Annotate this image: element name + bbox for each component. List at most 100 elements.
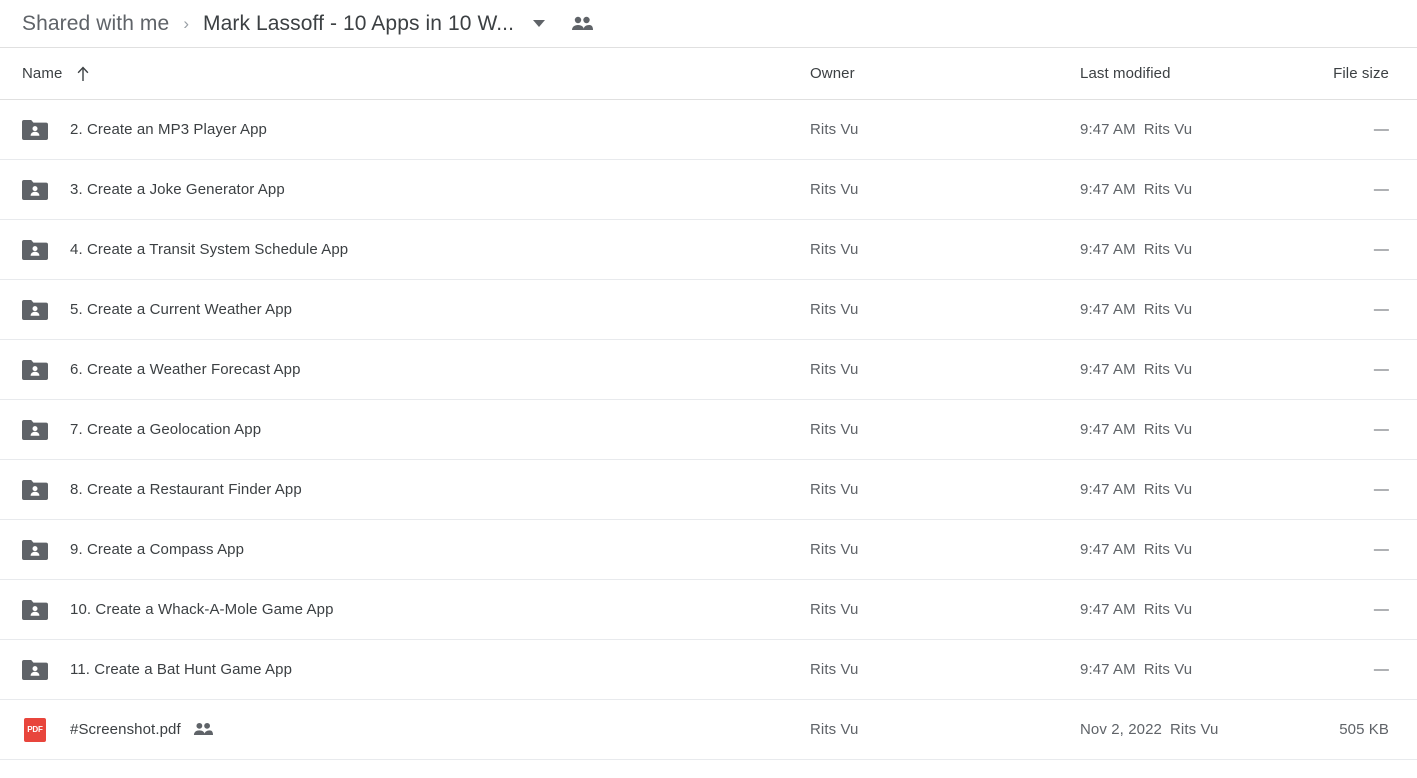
row-name-cell[interactable]: 7. Create a Geolocation App <box>0 417 810 443</box>
row-modified-time: Nov 2, 2022 <box>1080 721 1162 738</box>
row-modified-time: 9:47 AM <box>1080 301 1136 318</box>
row-name-cell[interactable]: 8. Create a Restaurant Finder App <box>0 477 810 503</box>
table-row[interactable]: 6. Create a Weather Forecast App Rits Vu 9… <box>0 340 1417 400</box>
breadcrumb: Shared with me › Mark Lassoff - 10 Apps … <box>0 0 1417 48</box>
people-shared-icon[interactable] <box>570 12 594 36</box>
row-owner: Rits Vu <box>810 301 859 318</box>
row-modified-by: Rits Vu <box>1143 541 1193 558</box>
row-modified-time: 9:47 AM <box>1080 661 1136 678</box>
row-modified-time: 9:47 AM <box>1080 361 1136 378</box>
row-title: 8. Create a Restaurant Finder App <box>70 481 302 498</box>
column-header-last-modified[interactable]: Last modified <box>1080 65 1330 83</box>
breadcrumb-current-folder[interactable]: Mark Lassoff - 10 Apps in 10 W... <box>203 12 514 36</box>
row-title: 3. Create a Joke Generator App <box>70 181 285 198</box>
column-header-owner[interactable]: Owner <box>810 65 1080 83</box>
row-file-size: — <box>1373 241 1389 258</box>
row-name-cell[interactable]: 2. Create an MP3 Player App <box>0 117 810 143</box>
row-title: 6. Create a Weather Forecast App <box>70 361 301 378</box>
row-title: 7. Create a Geolocation App <box>70 421 262 438</box>
chevron-down-icon[interactable] <box>528 13 550 35</box>
table-row[interactable]: 3. Create a Joke Generator App Rits Vu 9:4… <box>0 160 1417 220</box>
column-header-name[interactable]: Name <box>0 65 810 82</box>
row-last-modified: 9:47 AM Rits Vu <box>1080 661 1330 678</box>
shared-folder-icon <box>22 237 48 263</box>
row-owner: Rits Vu <box>810 481 859 498</box>
people-shared-icon <box>193 720 213 740</box>
row-modified-time: 9:47 AM <box>1080 601 1136 618</box>
row-file-size: — <box>1373 421 1389 438</box>
column-header-name-label: Name <box>22 65 63 82</box>
row-modified-by: Rits Vu <box>1143 661 1193 678</box>
table-row[interactable]: 2. Create an MP3 Player App Rits Vu 9:47 A… <box>0 100 1417 160</box>
row-last-modified: 9:47 AM Rits Vu <box>1080 241 1330 258</box>
table-row[interactable]: PDF #Screenshot.pdf Rits Vu Nov 2, 2022 Rits… <box>0 700 1417 760</box>
row-file-size: — <box>1373 361 1389 378</box>
row-modified-time: 9:47 AM <box>1080 421 1136 438</box>
row-modified-time: 9:47 AM <box>1080 481 1136 498</box>
row-file-size: — <box>1373 601 1389 618</box>
row-title: 4. Create a Transit System Schedule App <box>70 241 349 258</box>
row-last-modified: 9:47 AM Rits Vu <box>1080 421 1330 438</box>
row-name-cell[interactable]: 4. Create a Transit System Schedule App <box>0 237 810 263</box>
file-list: 2. Create an MP3 Player App Rits Vu 9:47 A… <box>0 100 1417 760</box>
row-file-size: — <box>1373 301 1389 318</box>
row-file-size: — <box>1373 481 1389 498</box>
table-row[interactable]: 10. Create a Whack-A-Mole Game App Rits V… <box>0 580 1417 640</box>
row-name-cell[interactable]: 6. Create a Weather Forecast App <box>0 357 810 383</box>
row-file-size: — <box>1373 181 1389 198</box>
breadcrumb-separator-icon: › <box>183 14 189 33</box>
row-owner: Rits Vu <box>810 541 859 558</box>
row-modified-time: 9:47 AM <box>1080 541 1136 558</box>
table-row[interactable]: 7. Create a Geolocation App Rits Vu 9:47 A… <box>0 400 1417 460</box>
table-row[interactable]: 11. Create a Bat Hunt Game App Rits Vu 9:4… <box>0 640 1417 700</box>
breadcrumb-root-link[interactable]: Shared with me <box>22 12 169 36</box>
pdf-icon-badge: PDF <box>24 717 46 742</box>
row-modified-by: Rits Vu <box>1170 721 1219 738</box>
row-modified-by: Rits Vu <box>1143 121 1193 138</box>
row-owner: Rits Vu <box>810 601 859 618</box>
row-last-modified: Nov 2, 2022 Rits Vu <box>1080 721 1330 738</box>
row-modified-time: 9:47 AM <box>1080 241 1136 258</box>
row-modified-time: 9:47 AM <box>1080 181 1136 198</box>
row-last-modified: 9:47 AM Rits Vu <box>1080 481 1330 498</box>
row-name-cell[interactable]: 3. Create a Joke Generator App <box>0 177 810 203</box>
row-modified-by: Rits Vu <box>1143 481 1193 498</box>
table-row[interactable]: 4. Create a Transit System Schedule App R… <box>0 220 1417 280</box>
row-name-cell[interactable]: 9. Create a Compass App <box>0 537 810 563</box>
row-modified-by: Rits Vu <box>1143 601 1193 618</box>
row-modified-by: Rits Vu <box>1143 241 1193 258</box>
row-name-cell[interactable]: PDF #Screenshot.pdf <box>0 717 810 743</box>
shared-folder-icon <box>22 297 48 323</box>
row-owner: Rits Vu <box>810 661 859 678</box>
row-title: 10. Create a Whack-A-Mole Game App <box>70 601 334 618</box>
shared-folder-icon <box>22 117 48 143</box>
column-header-file-size[interactable]: File size <box>1330 65 1417 83</box>
row-last-modified: 9:47 AM Rits Vu <box>1080 601 1330 618</box>
row-owner: Rits Vu <box>810 361 859 378</box>
shared-folder-icon <box>22 537 48 563</box>
column-header-owner-label: Owner <box>810 64 855 82</box>
row-title: 11. Create a Bat Hunt Game App <box>70 661 293 678</box>
row-owner: Rits Vu <box>810 241 859 258</box>
row-name-cell[interactable]: 11. Create a Bat Hunt Game App <box>0 657 810 683</box>
row-title: 5. Create a Current Weather App <box>70 301 293 318</box>
shared-folder-icon <box>22 417 48 443</box>
row-modified-time: 9:47 AM <box>1080 121 1136 138</box>
row-name-cell[interactable]: 5. Create a Current Weather App <box>0 297 810 323</box>
arrow-up-icon[interactable] <box>76 65 90 82</box>
row-modified-by: Rits Vu <box>1143 181 1193 198</box>
row-last-modified: 9:47 AM Rits Vu <box>1080 121 1330 138</box>
column-header-last-modified-label: Last modified <box>1080 64 1171 82</box>
row-file-size: — <box>1373 661 1389 678</box>
row-last-modified: 9:47 AM Rits Vu <box>1080 541 1330 558</box>
row-file-size: 505 KB <box>1339 721 1389 738</box>
row-modified-by: Rits Vu <box>1143 361 1193 378</box>
table-row[interactable]: 9. Create a Compass App Rits Vu 9:47 AM Rit… <box>0 520 1417 580</box>
shared-folder-icon <box>22 357 48 383</box>
shared-folder-icon <box>22 477 48 503</box>
row-modified-by: Rits Vu <box>1143 301 1193 318</box>
row-name-cell[interactable]: 10. Create a Whack-A-Mole Game App <box>0 597 810 623</box>
row-owner: Rits Vu <box>810 181 859 198</box>
table-row[interactable]: 8. Create a Restaurant Finder App Rits Vu… <box>0 460 1417 520</box>
table-row[interactable]: 5. Create a Current Weather App Rits Vu 9:… <box>0 280 1417 340</box>
